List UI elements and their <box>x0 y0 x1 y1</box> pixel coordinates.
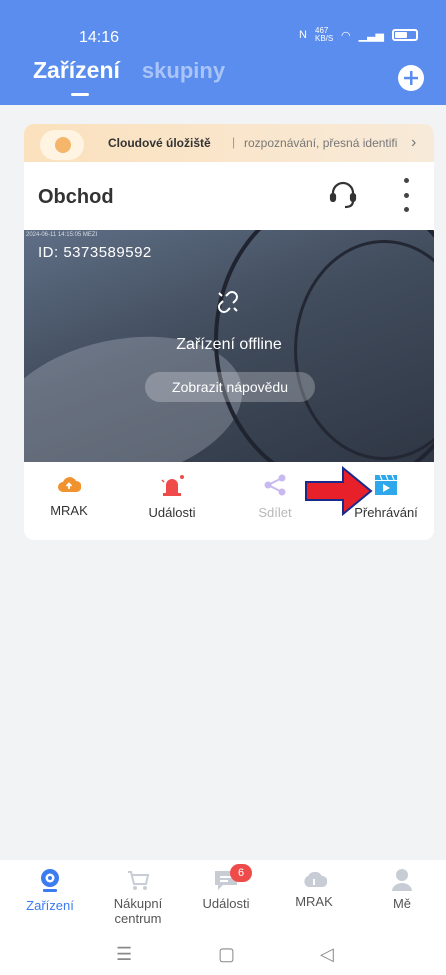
camera-icon <box>41 869 59 892</box>
person-icon <box>392 869 412 891</box>
video-timestamp: 2024-06-11 14:15:05 MEZI <box>26 232 98 238</box>
action-label: MRAK <box>50 503 88 518</box>
playback-icon <box>375 474 397 495</box>
device-name: Obchod <box>38 186 114 208</box>
share-icon <box>264 474 286 496</box>
nav-label: MRAK <box>295 894 333 909</box>
nav-label: Zařízení <box>26 898 74 913</box>
home-icon[interactable]: ▢ <box>218 944 235 965</box>
events-badge: 6 <box>230 864 252 882</box>
status-icons: N 467 KB/S ◠ ▁▃▅ <box>299 27 418 43</box>
cloud-banner-separator: | <box>232 135 236 149</box>
cloud-banner-subtitle: rozpoznávání, přesná identifi <box>244 136 398 150</box>
cloud-banner-title: Cloudové úložiště <box>108 136 211 150</box>
bottom-navigation: Zařízení Nákupní centrum 6 Události MRAK… <box>0 860 446 940</box>
cart-icon <box>128 871 150 890</box>
cloud-icon <box>304 871 327 887</box>
action-label: Sdílet <box>258 505 292 520</box>
nav-shopping[interactable]: Nákupní centrum <box>98 868 178 926</box>
chevron-right-icon: › <box>411 134 417 151</box>
camera-preview[interactable]: 2024-06-11 14:15:05 MEZI ID: 5373589592 … <box>24 230 434 462</box>
tab-devices[interactable]: Zařízení <box>33 57 120 96</box>
nav-devices[interactable]: Zařízení <box>10 868 90 913</box>
top-tabs: Zařízení skupiny <box>33 57 225 96</box>
back-icon[interactable]: ◁ <box>320 944 334 965</box>
nfc-icon: N <box>299 29 307 41</box>
battery-icon <box>392 29 418 41</box>
cloud-upload-icon <box>58 477 81 492</box>
cloud-storage-banner[interactable]: Cloudové úložiště | rozpoznávání, přesná… <box>24 124 434 162</box>
headset-support-icon[interactable] <box>328 179 358 216</box>
alarm-siren-icon <box>161 475 184 496</box>
plus-circle-icon <box>404 71 418 85</box>
network-speed: 467 KB/S <box>315 26 334 43</box>
play-icon <box>55 137 71 153</box>
nav-cloud[interactable]: MRAK <box>274 868 354 909</box>
nav-label: Nákupní centrum <box>113 896 163 926</box>
add-device-button[interactable] <box>398 65 424 91</box>
red-arrow-annotation <box>305 466 373 516</box>
signal-icon: ▁▃▅ <box>358 29 384 42</box>
device-id: ID: 5373589592 <box>38 244 152 261</box>
more-options-icon[interactable] <box>402 178 410 212</box>
nav-me[interactable]: Mě <box>362 868 442 911</box>
app-header: 14:16 N 467 KB/S ◠ ▁▃▅ Zařízení skupiny <box>0 0 446 105</box>
menu-icon[interactable]: ☰ <box>116 944 132 965</box>
wifi-icon: ◠ <box>341 29 351 42</box>
show-help-button[interactable]: Zobrazit nápovědu <box>145 372 315 402</box>
action-cloud[interactable]: MRAK <box>24 474 114 518</box>
offline-status: Zařízení offline <box>176 336 282 353</box>
nav-label: Mě <box>392 896 412 911</box>
nav-label: Události <box>202 896 250 911</box>
action-label: Události <box>148 505 196 520</box>
nav-events[interactable]: 6 Události <box>186 864 266 911</box>
status-time: 14:16 <box>79 29 120 46</box>
tab-groups[interactable]: skupiny <box>142 58 225 84</box>
system-navigation: ☰ ▢ ◁ <box>0 940 446 975</box>
action-events[interactable]: Události <box>127 474 217 520</box>
broken-link-icon <box>214 288 242 321</box>
